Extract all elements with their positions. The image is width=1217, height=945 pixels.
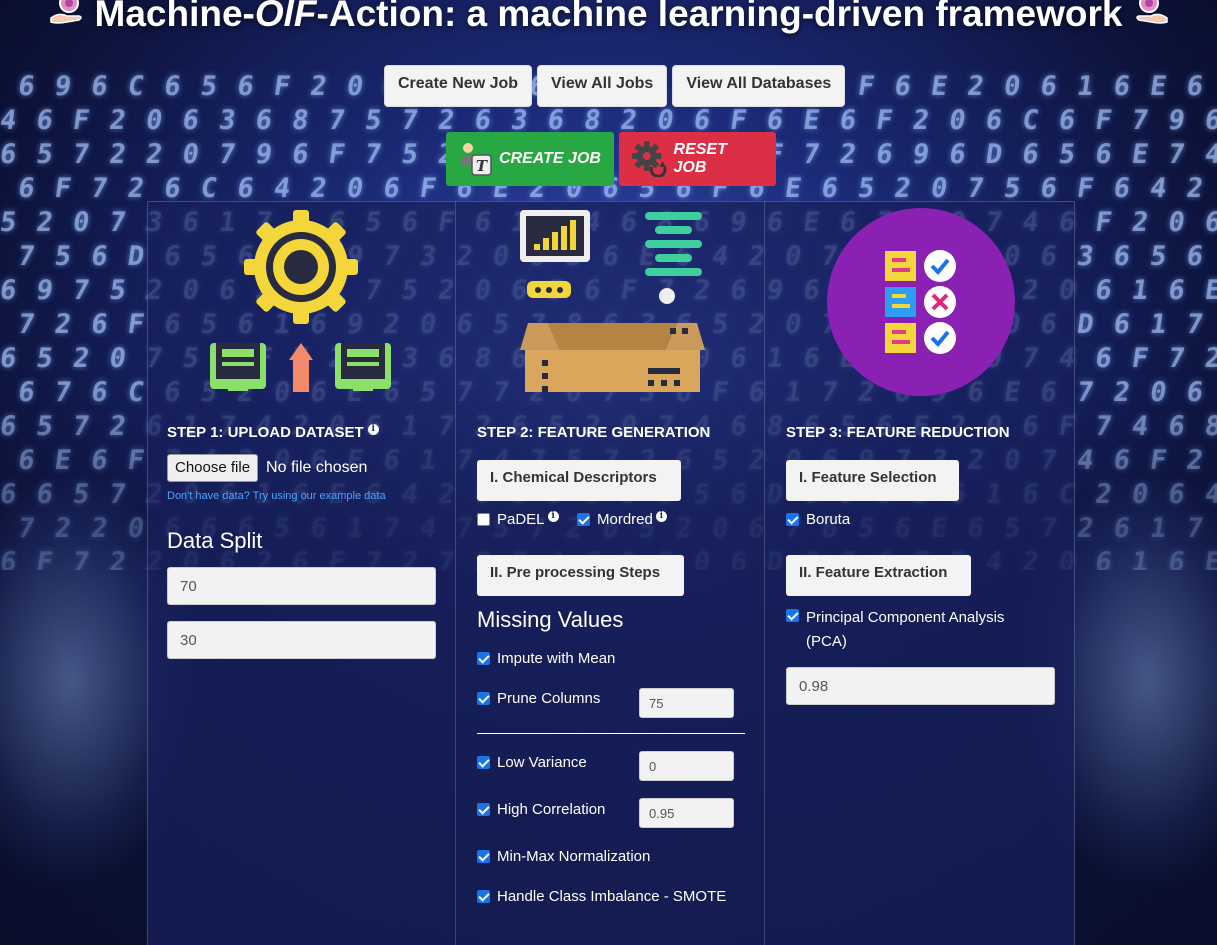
svg-text:T: T bbox=[476, 157, 489, 175]
reset-job-button[interactable]: RESET JOB bbox=[619, 132, 776, 186]
feature-generation-illustration-icon bbox=[520, 210, 705, 392]
impute-mean-checkbox-box[interactable] bbox=[477, 652, 490, 665]
boruta-checkbox[interactable]: Boruta bbox=[786, 511, 850, 528]
pca-checkbox[interactable]: Principal Component Analysis (PCA) bbox=[786, 606, 1004, 654]
pca-label-line2: (PCA) bbox=[806, 633, 847, 650]
brain-hand-logo-icon-right bbox=[1135, 0, 1168, 24]
file-status-label: No file chosen bbox=[266, 459, 368, 476]
minmax-checkbox[interactable]: Min-Max Normalization bbox=[477, 848, 650, 865]
low-variance-label: Low Variance bbox=[497, 754, 587, 771]
dataset-file-input[interactable]: Choose file No file chosen bbox=[167, 454, 367, 482]
padel-label: PaDEL bbox=[497, 511, 545, 528]
step1-info-icon[interactable]: i bbox=[367, 424, 379, 435]
feature-reduction-checklist-icon bbox=[827, 208, 1015, 396]
prune-columns-checkbox[interactable]: Prune Columns bbox=[477, 690, 600, 707]
smote-label: Handle Class Imbalance - SMOTE bbox=[497, 888, 727, 905]
low-variance-input[interactable]: 0 bbox=[639, 751, 734, 781]
pca-label-line1: Principal Component Analysis bbox=[806, 609, 1005, 626]
step2-title: STEP 2: FEATURE GENERATION bbox=[477, 424, 711, 441]
title-prefix: Machine- bbox=[94, 0, 255, 34]
page-title: Machine-OlF-Action: a machine learning-d… bbox=[0, 0, 1217, 35]
step1-title-text: STEP 1: UPLOAD DATASET bbox=[167, 424, 364, 441]
chemical-descriptors-button[interactable]: I. Chemical Descriptors bbox=[477, 460, 681, 501]
choose-file-button[interactable]: Choose file bbox=[167, 454, 259, 482]
minmax-checkbox-box[interactable] bbox=[477, 850, 490, 863]
title-suffix: -Action: a machine learning-driven frame… bbox=[316, 0, 1123, 34]
brain-hand-logo-icon bbox=[49, 0, 82, 24]
view-all-jobs-button[interactable]: View All Jobs bbox=[537, 65, 668, 107]
mordred-label: Mordred bbox=[597, 511, 653, 528]
preprocessing-divider bbox=[477, 733, 745, 734]
title-italic: OlF bbox=[254, 0, 317, 34]
create-job-label: CREATE JOB bbox=[499, 150, 601, 167]
create-job-button[interactable]: T CREATE JOB bbox=[446, 132, 614, 186]
train-split-input[interactable]: 70 bbox=[167, 567, 436, 605]
padel-info-icon[interactable]: i bbox=[547, 511, 559, 522]
high-correlation-input[interactable]: 0.95 bbox=[639, 798, 734, 828]
mordred-checkbox[interactable]: Mordred i bbox=[577, 511, 667, 528]
minmax-label: Min-Max Normalization bbox=[497, 848, 651, 865]
mordred-info-icon[interactable]: i bbox=[655, 511, 667, 522]
create-new-job-button[interactable]: Create New Job bbox=[384, 65, 533, 107]
feature-selection-button[interactable]: I. Feature Selection bbox=[786, 460, 959, 501]
pca-checkbox-box[interactable] bbox=[786, 609, 799, 622]
reset-job-label: RESET JOB bbox=[673, 141, 727, 176]
impute-mean-checkbox[interactable]: Impute with Mean bbox=[477, 650, 615, 667]
boruta-checkbox-box[interactable] bbox=[786, 513, 799, 526]
prune-columns-checkbox-box[interactable] bbox=[477, 692, 490, 705]
mordred-checkbox-box[interactable] bbox=[577, 513, 590, 526]
padel-checkbox-box[interactable] bbox=[477, 513, 490, 526]
step1-title: STEP 1: UPLOAD DATASET i bbox=[167, 424, 379, 441]
high-correlation-label: High Correlation bbox=[497, 801, 606, 818]
upload-dataset-illustration-icon bbox=[210, 210, 391, 392]
low-variance-checkbox[interactable]: Low Variance bbox=[477, 754, 587, 771]
step3-title: STEP 3: FEATURE REDUCTION bbox=[786, 424, 1010, 441]
prune-columns-input[interactable]: 75 bbox=[639, 688, 734, 718]
reset-gear-icon bbox=[632, 141, 667, 177]
smote-checkbox[interactable]: Handle Class Imbalance - SMOTE bbox=[477, 888, 726, 905]
pca-label: Principal Component Analysis (PCA) bbox=[806, 606, 1004, 654]
example-data-link[interactable]: Don't have data? Try using our example d… bbox=[167, 490, 386, 502]
feature-extraction-button[interactable]: II. Feature Extraction bbox=[786, 555, 971, 596]
top-nav: Create New Job View All Jobs View All Da… bbox=[384, 65, 846, 107]
job-actions: T CREATE JOB RESET JOB bbox=[446, 132, 776, 186]
high-correlation-checkbox[interactable]: High Correlation bbox=[477, 801, 605, 818]
low-variance-checkbox-box[interactable] bbox=[477, 756, 490, 769]
missing-values-heading: Missing Values bbox=[477, 607, 624, 632]
preprocessing-steps-button[interactable]: II. Pre processing Steps bbox=[477, 555, 684, 596]
user-text-icon: T bbox=[461, 143, 492, 176]
padel-checkbox[interactable]: PaDEL i bbox=[477, 511, 559, 528]
boruta-label: Boruta bbox=[806, 511, 851, 528]
test-split-input[interactable]: 30 bbox=[167, 621, 436, 659]
impute-mean-label: Impute with Mean bbox=[497, 650, 616, 667]
high-correlation-checkbox-box[interactable] bbox=[477, 803, 490, 816]
prune-columns-label: Prune Columns bbox=[497, 690, 601, 707]
smote-checkbox-box[interactable] bbox=[477, 890, 490, 903]
view-all-databases-button[interactable]: View All Databases bbox=[672, 65, 846, 107]
pca-variance-input[interactable]: 0.98 bbox=[786, 667, 1055, 705]
data-split-heading: Data Split bbox=[167, 528, 263, 553]
